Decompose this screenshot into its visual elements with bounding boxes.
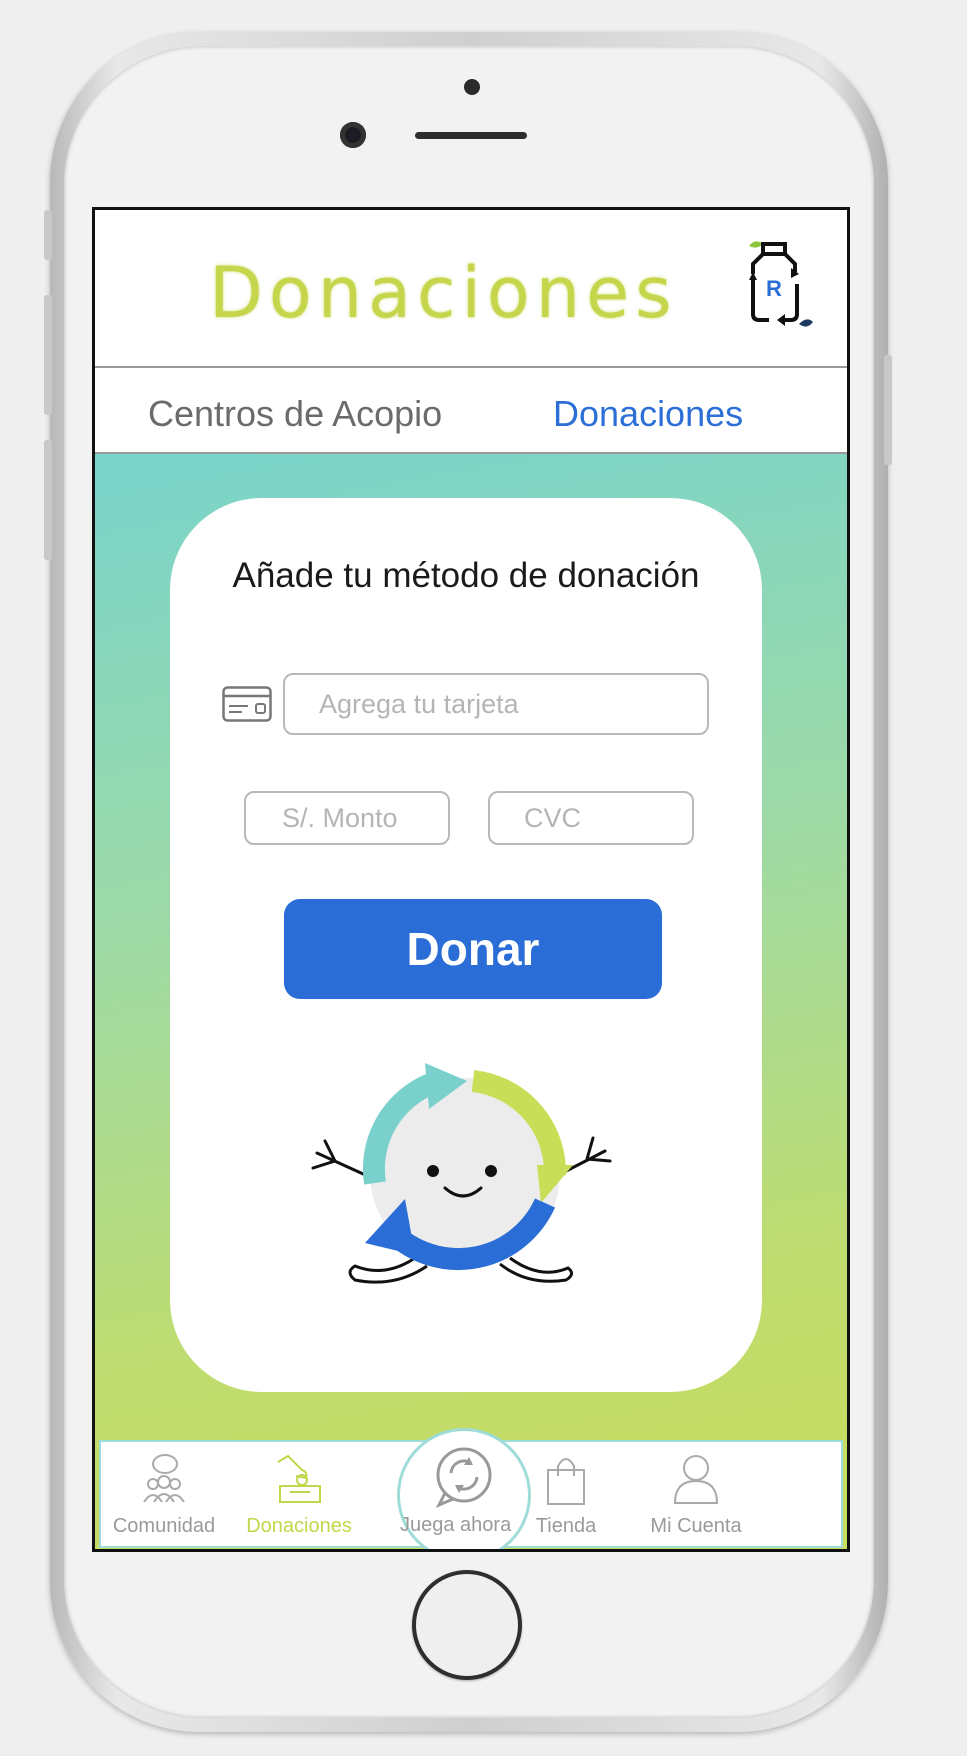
donation-form-card: Añade tu método de donación Donar bbox=[170, 498, 762, 1392]
form-title: Añade tu método de donación bbox=[232, 556, 700, 595]
community-icon bbox=[143, 1454, 185, 1503]
nav-label-mi-cuenta: Mi Cuenta bbox=[650, 1515, 742, 1537]
tab-donaciones[interactable]: Donaciones bbox=[553, 393, 743, 435]
card-number-input[interactable] bbox=[283, 673, 709, 735]
recycle-mascot-illustration bbox=[311, 1063, 612, 1284]
volume-down-button bbox=[44, 440, 52, 560]
tab-bar: Centros de Acopio Donaciones bbox=[95, 366, 847, 454]
donation-icon bbox=[277, 1454, 321, 1503]
cvc-input[interactable] bbox=[488, 791, 694, 845]
nav-item-juega-ahora[interactable]: Juega ahora bbox=[397, 1428, 531, 1549]
nav-label-comunidad: Comunidad bbox=[112, 1515, 216, 1537]
earpiece-speaker bbox=[415, 132, 527, 139]
tab-centros-de-acopio[interactable]: Centros de Acopio bbox=[148, 393, 442, 435]
front-camera bbox=[340, 122, 366, 148]
amount-input[interactable] bbox=[244, 791, 450, 845]
donate-button[interactable]: Donar bbox=[284, 899, 662, 999]
shopping-bag-icon bbox=[547, 1458, 585, 1505]
nav-label-donaciones: Donaciones bbox=[246, 1515, 352, 1537]
app-header: Donaciones R bbox=[95, 210, 847, 365]
user-icon bbox=[673, 1455, 719, 1504]
app-screen: Donaciones R Centros de Acopio Donacione… bbox=[92, 207, 850, 1552]
page-title: Donaciones bbox=[209, 252, 678, 334]
nav-item-mi-cuenta[interactable]: Mi Cuenta bbox=[641, 1442, 751, 1546]
home-button[interactable] bbox=[412, 1570, 522, 1680]
power-button bbox=[884, 355, 892, 465]
volume-up-button bbox=[44, 295, 52, 415]
proximity-sensor bbox=[464, 79, 480, 95]
nav-item-comunidad[interactable]: Comunidad bbox=[109, 1442, 219, 1546]
recycle-chat-icon bbox=[435, 1447, 492, 1508]
nav-item-donaciones[interactable]: Donaciones bbox=[239, 1442, 359, 1546]
nav-label-juega-ahora: Juega ahora bbox=[400, 1514, 512, 1536]
recycle-bottle-logo-icon: R bbox=[749, 241, 813, 327]
mute-switch bbox=[44, 210, 52, 260]
credit-card-icon bbox=[222, 686, 272, 722]
svg-text:R: R bbox=[766, 276, 782, 301]
main-content: Añade tu método de donación Donar bbox=[95, 454, 847, 1549]
